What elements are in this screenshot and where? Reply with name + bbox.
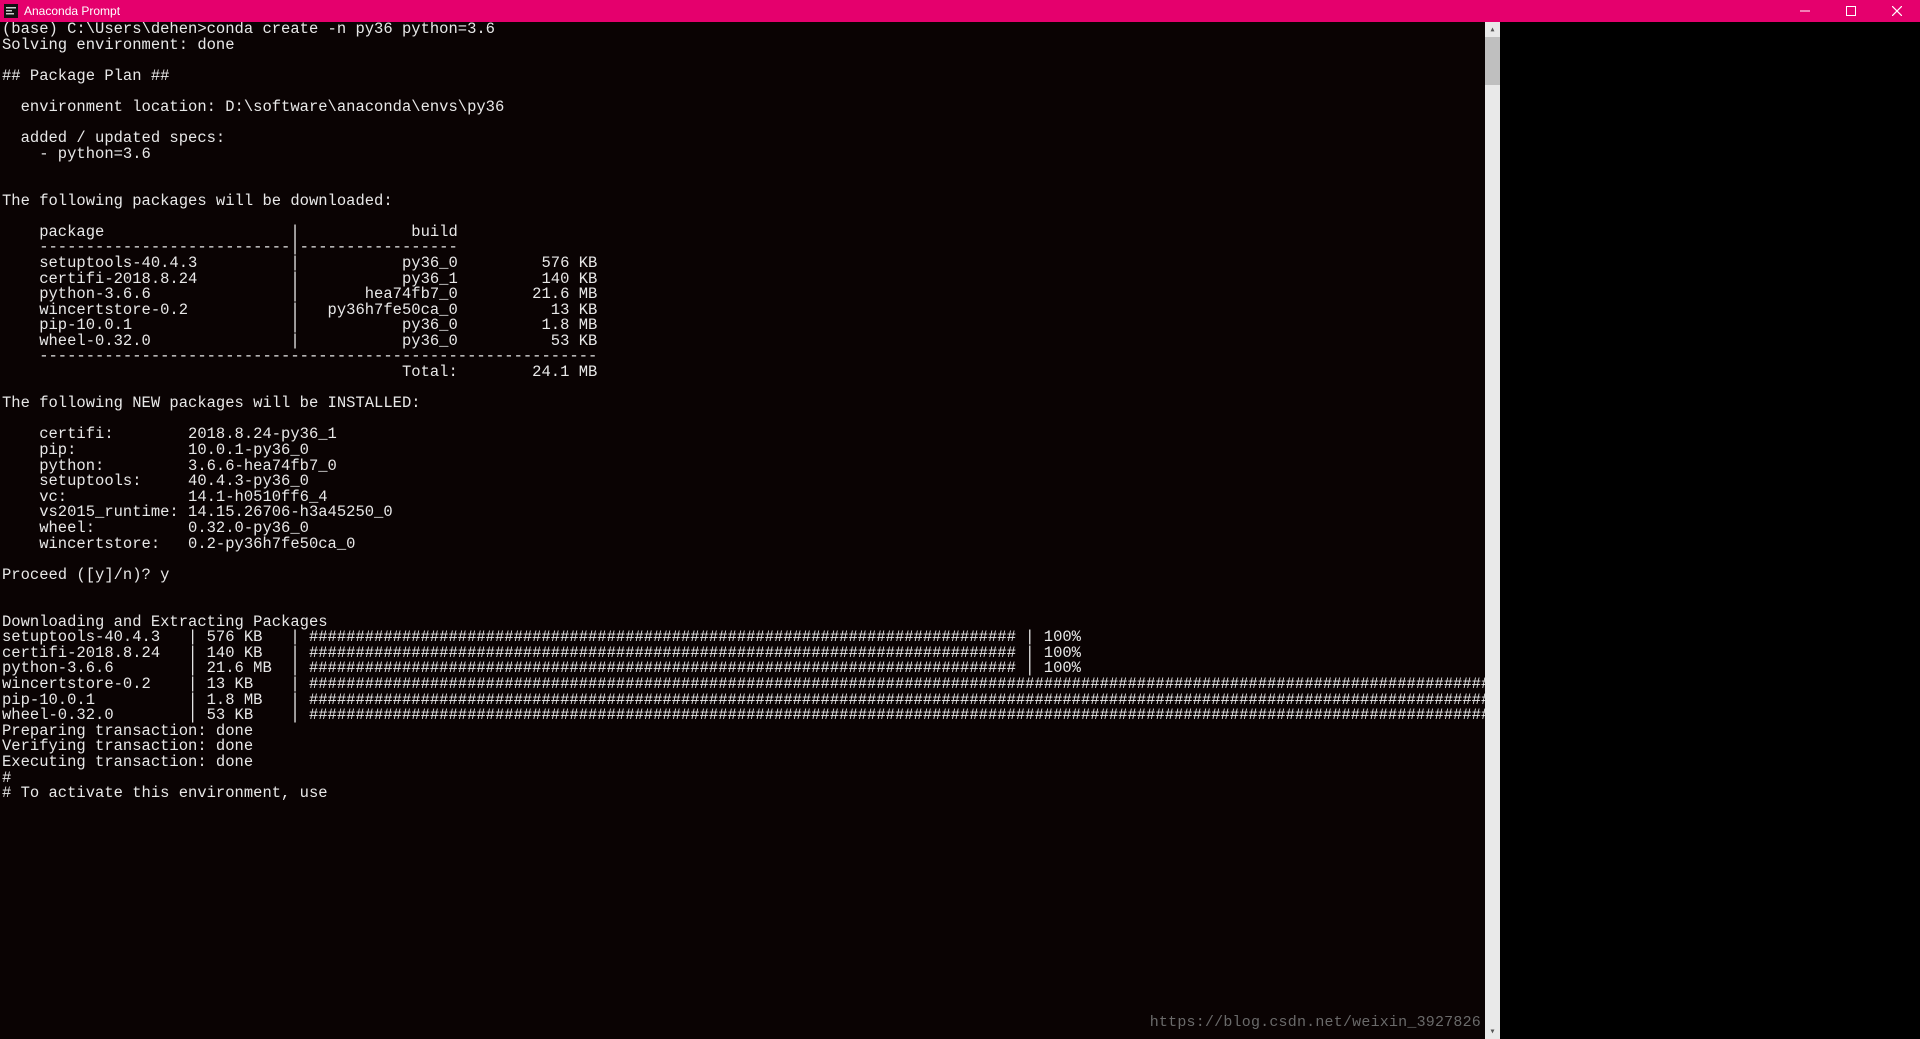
titlebar[interactable]: Anaconda Prompt <box>0 0 1920 22</box>
app-icon <box>4 4 18 18</box>
watermark: https://blog.csdn.net/weixin_3927826 <box>1150 1014 1481 1031</box>
close-button[interactable] <box>1874 0 1920 22</box>
scroll-thumb[interactable] <box>1485 37 1500 85</box>
minimize-button[interactable] <box>1782 0 1828 22</box>
client-area: (base) C:\Users\dehen>conda create -n py… <box>0 22 1500 1039</box>
vertical-scrollbar[interactable]: ▴ ▾ <box>1485 22 1500 1039</box>
window-controls <box>1782 0 1920 22</box>
terminal[interactable]: (base) C:\Users\dehen>conda create -n py… <box>0 22 1485 1039</box>
maximize-button[interactable] <box>1828 0 1874 22</box>
scroll-down-button[interactable]: ▾ <box>1485 1024 1500 1039</box>
terminal-output: (base) C:\Users\dehen>conda create -n py… <box>0 22 1485 630</box>
scroll-track[interactable] <box>1485 37 1500 1024</box>
window-title: Anaconda Prompt <box>24 0 120 22</box>
terminal-output-wide: setuptools-40.4.3 | 576 KB | ###########… <box>0 630 1485 724</box>
terminal-output-tail: Preparing transaction: done Verifying tr… <box>0 724 1485 802</box>
scroll-up-button[interactable]: ▴ <box>1485 22 1500 37</box>
titlebar-left: Anaconda Prompt <box>0 0 120 22</box>
